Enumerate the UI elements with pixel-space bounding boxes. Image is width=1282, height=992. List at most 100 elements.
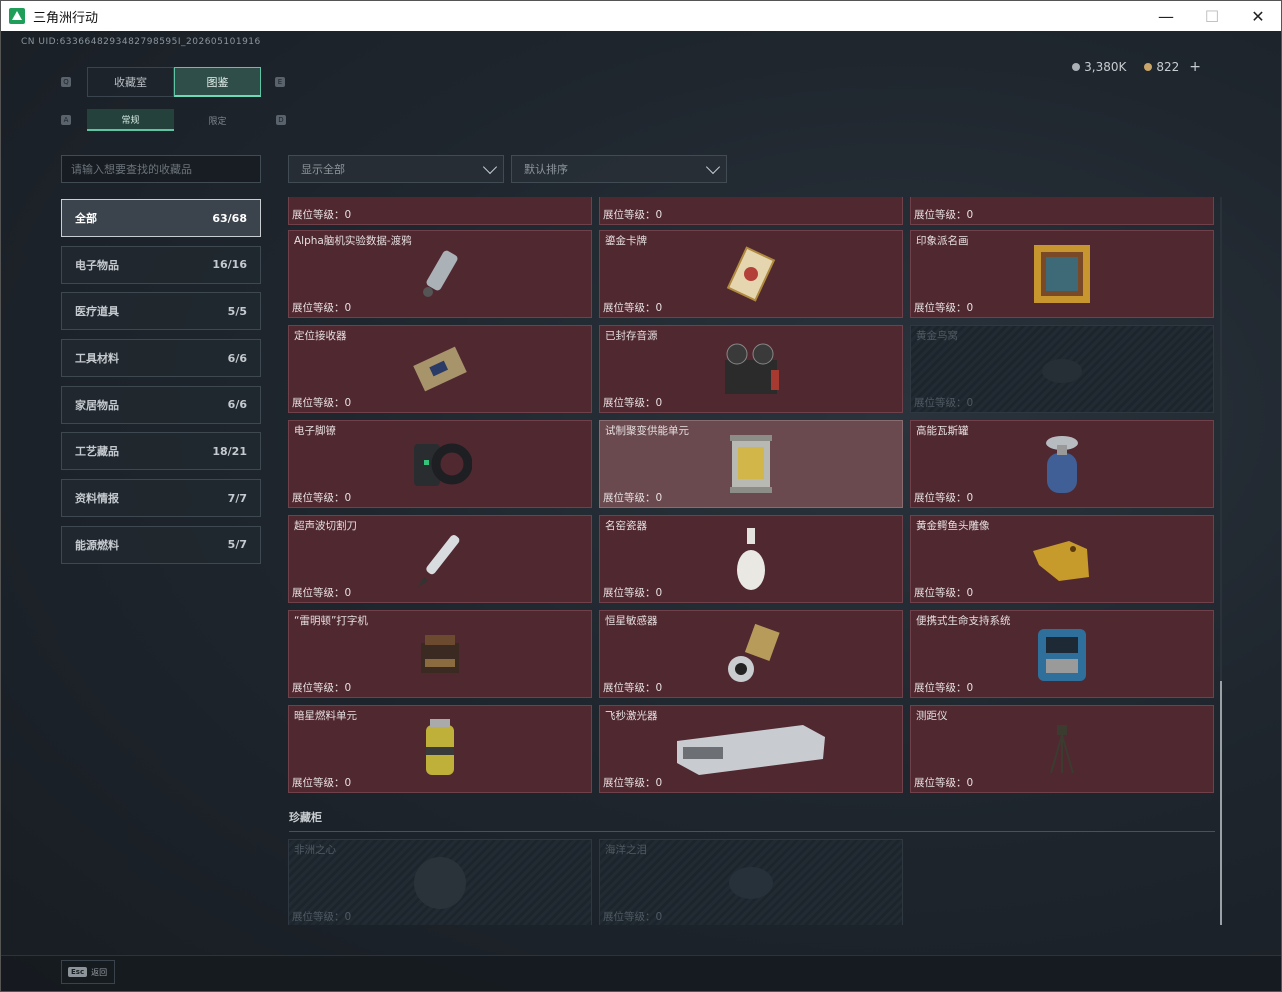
collection-card[interactable]: 黄金鳄鱼头雕像 展位等级：0 (910, 515, 1214, 603)
collection-card-selected[interactable]: 试制聚变供能单元 展位等级：0 (599, 420, 903, 508)
card-level: 展位等级：0 (914, 397, 974, 409)
tape-recorder-icon (725, 343, 779, 394)
card-name: 飞秒激光器 (605, 710, 658, 722)
collection-card[interactable]: 高能瓦斯罐 展位等级：0 (910, 420, 1214, 508)
category-label: 医疗道具 (75, 305, 119, 319)
category-count: 18/21 (212, 444, 247, 458)
card-name: 便携式生命支持系统 (916, 615, 1011, 627)
add-currency-button[interactable]: + (1189, 59, 1201, 75)
display-filter-dropdown[interactable]: 显示全部 (288, 155, 504, 183)
gold-crocodile-icon (1033, 541, 1089, 581)
subtab-regular[interactable]: 常规 (87, 109, 174, 131)
ultrasonic-cutter-icon (418, 535, 460, 587)
maximize-button[interactable]: ☐ (1189, 1, 1235, 31)
femtosecond-laser-icon (677, 725, 825, 775)
painting-icon (1034, 245, 1090, 303)
card-level: 展位等级：0 (603, 587, 663, 599)
minimize-button[interactable]: — (1143, 1, 1189, 31)
collection-card[interactable]: 电子脚镣 展位等级：0 (288, 420, 592, 508)
collection-card[interactable]: 恒星敏感器 展位等级：0 (599, 610, 903, 698)
card-level: 展位等级：0 (292, 682, 352, 694)
collection-card[interactable]: 已封存音源 展位等级：0 (599, 325, 903, 413)
card-name: Alpha脑机实验数据-渡鸦 (294, 235, 412, 247)
collection-card[interactable]: 展位等级：0 (599, 197, 903, 225)
category-tools[interactable]: 工具材料 6/6 (61, 339, 261, 378)
card-name: 定位接收器 (294, 330, 347, 342)
category-all[interactable]: 全部 63/68 (61, 199, 261, 237)
collection-card[interactable]: 印象派名画 展位等级：0 (910, 230, 1214, 318)
main-tabs: 收藏室 图鉴 (87, 67, 261, 97)
card-name: 暗星燃料单元 (294, 710, 357, 722)
card-name: 名窑瓷器 (605, 520, 647, 532)
tab-collection-room[interactable]: 收藏室 (87, 67, 174, 97)
category-fuel[interactable]: 能源燃料 5/7 (61, 525, 261, 564)
bottom-bar (1, 955, 1281, 991)
category-medical[interactable]: 医疗道具 5/5 (61, 292, 261, 331)
card-level: 展位等级：0 (292, 587, 352, 599)
collection-card[interactable]: 名窑瓷器 展位等级：0 (599, 515, 903, 603)
collection-card[interactable]: 展位等级：0 (288, 197, 592, 225)
receiver-icon (413, 346, 467, 392)
category-household[interactable]: 家居物品 6/6 (61, 385, 261, 424)
sort-value: 默认排序 (524, 163, 568, 176)
card-level: 展位等级：0 (603, 911, 663, 923)
collection-card[interactable]: “雷明顿”打字机 展位等级：0 (288, 610, 592, 698)
ankle-monitor-icon (414, 443, 472, 486)
category-label: 能源燃料 (75, 538, 119, 552)
gilded-card-icon (726, 246, 776, 302)
card-level: 展位等级：0 (914, 777, 974, 789)
category-crafts[interactable]: 工艺藏品 18/21 (61, 432, 261, 471)
category-intel[interactable]: 资料情报 7/7 (61, 479, 261, 518)
category-count: 5/7 (227, 538, 247, 552)
uid-label: CN UID:6336648293482798595I_202605101916 (21, 37, 261, 47)
typewriter-icon (421, 635, 459, 673)
collection-card[interactable]: 暗星燃料单元 展位等级：0 (288, 705, 592, 793)
category-count: 63/68 (212, 211, 247, 225)
subtab-limited-label: 限定 (208, 116, 227, 127)
chevron-down-icon (705, 159, 721, 175)
sort-dropdown[interactable]: 默认排序 (511, 155, 727, 183)
collection-card[interactable]: 测距仪 展位等级：0 (910, 705, 1214, 793)
card-name: 非洲之心 (294, 844, 336, 856)
subtab-regular-label: 常规 (121, 115, 140, 126)
card-name: 电子脚镣 (294, 425, 336, 437)
cabinet-card-locked[interactable]: 海洋之泪 展位等级：0 (599, 839, 903, 925)
scrollbar-thumb[interactable] (1220, 681, 1222, 925)
chevron-down-icon (482, 159, 498, 175)
star-sensor-icon (728, 623, 780, 682)
esc-key-icon: Esc (68, 967, 88, 977)
collection-card[interactable]: Alpha脑机实验数据-渡鸦 展位等级：0 (288, 230, 592, 318)
tear-of-ocean-icon (729, 867, 773, 899)
collection-card[interactable]: 便携式生命支持系统 展位等级：0 (910, 610, 1214, 698)
collection-card[interactable]: 飞秒激光器 展位等级：0 (599, 705, 903, 793)
collection-card-locked[interactable]: 黄金鸟窝 展位等级：0 (910, 325, 1214, 413)
category-count: 6/6 (227, 351, 247, 365)
card-name: 超声波切割刀 (294, 520, 357, 532)
tab-codex[interactable]: 图鉴 (174, 67, 261, 97)
fuel-cell-icon (426, 719, 454, 775)
card-level: 展位等级：0 (603, 777, 663, 789)
category-count: 6/6 (227, 398, 247, 412)
gold-currency: 822 + (1144, 59, 1201, 75)
sub-tabs: 常规 限定 (87, 109, 261, 131)
card-level: 展位等级：0 (603, 302, 663, 314)
gold-amount: 822 (1156, 60, 1180, 74)
collection-card[interactable]: 展位等级：0 (910, 197, 1214, 225)
search-input[interactable]: 请输入想要查找的收藏品 (61, 155, 261, 183)
card-name: 印象派名画 (916, 235, 969, 247)
subtab-limited[interactable]: 限定 (174, 109, 261, 131)
cabinet-card-locked[interactable]: 非洲之心 展位等级：0 (288, 839, 592, 925)
category-electronics[interactable]: 电子物品 16/16 (61, 245, 261, 284)
collection-card[interactable]: 鎏金卡牌 展位等级：0 (599, 230, 903, 318)
card-name: 黄金鳄鱼头雕像 (916, 520, 990, 532)
collection-card[interactable]: 超声波切割刀 展位等级：0 (288, 515, 592, 603)
display-filter-value: 显示全部 (301, 163, 345, 176)
collection-card[interactable]: 定位接收器 展位等级：0 (288, 325, 592, 413)
back-button[interactable]: Esc 返回 (61, 960, 115, 984)
card-level: 展位等级：0 (603, 682, 663, 694)
q-key-hint-icon: Q (61, 77, 71, 87)
card-name: 黄金鸟窝 (916, 330, 958, 342)
close-button[interactable]: ✕ (1235, 1, 1281, 31)
game-area: CN UID:6336648293482798595I_202605101916… (1, 31, 1281, 991)
card-level: 展位等级：0 (292, 397, 352, 409)
